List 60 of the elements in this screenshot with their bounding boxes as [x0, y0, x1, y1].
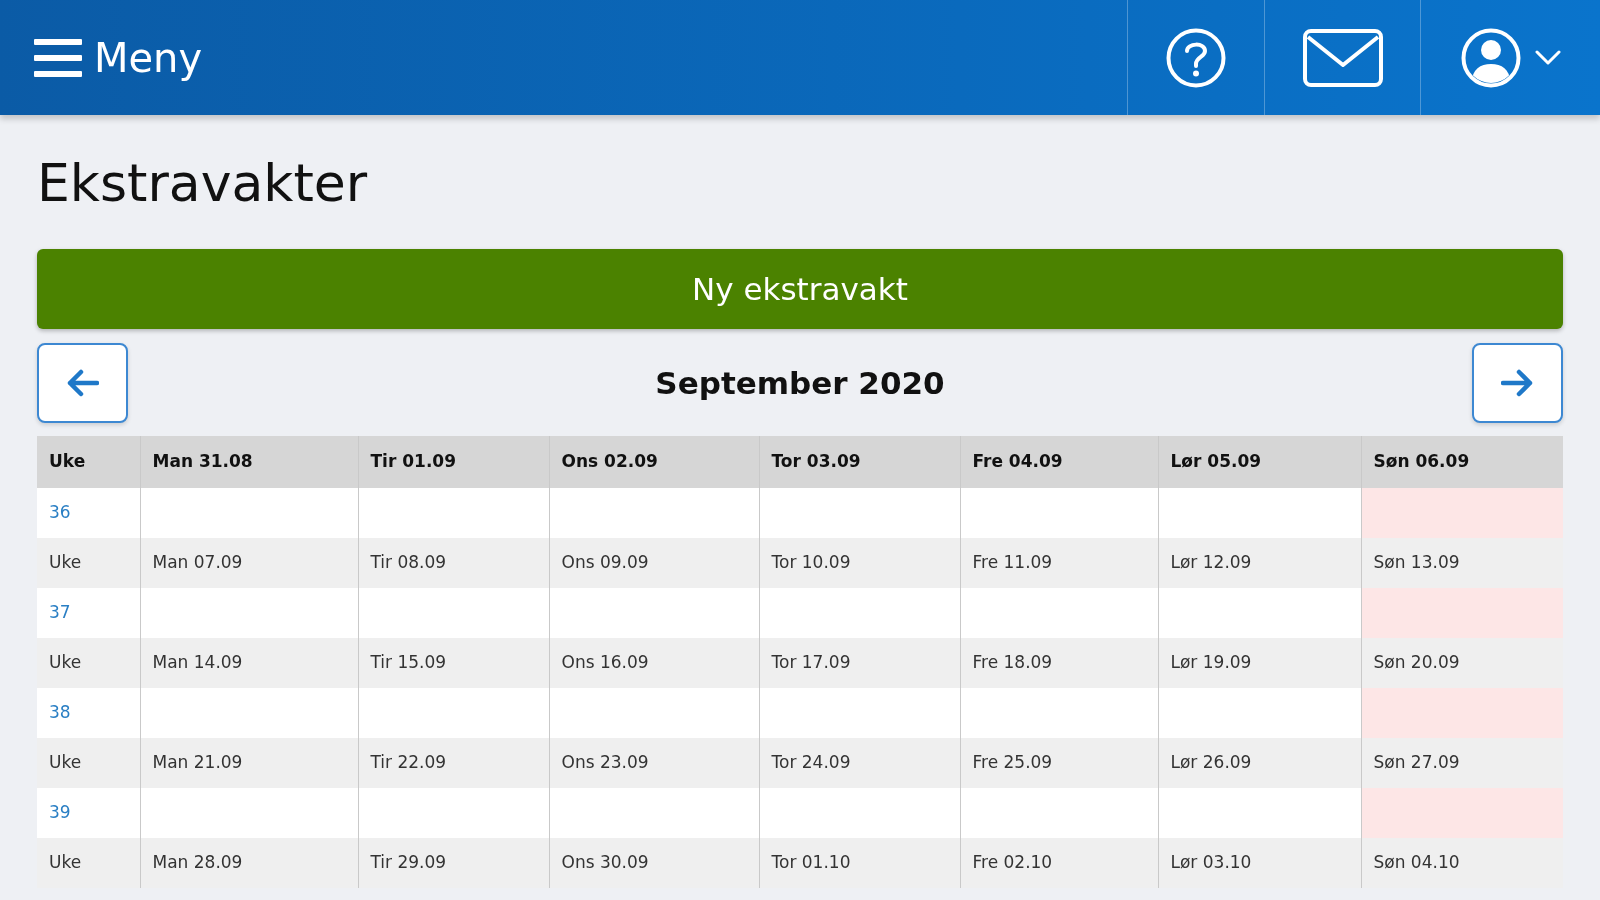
arrow-left-icon [66, 369, 99, 397]
week-number-link[interactable]: 36 [49, 502, 71, 523]
day-label-cell: Tor 17.09 [759, 638, 960, 688]
chevron-down-icon [1534, 49, 1561, 66]
day-label-cell: Ons 23.09 [549, 738, 759, 788]
menu-button[interactable]: Meny [0, 0, 203, 115]
column-header: Lør 05.09 [1158, 436, 1361, 488]
arrow-right-icon [1501, 369, 1534, 397]
day-label-cell: Lør 03.10 [1158, 838, 1361, 888]
day-label-cell: Uke [37, 538, 140, 588]
previous-month-button[interactable] [37, 343, 128, 423]
day-label-cell: Lør 12.09 [1158, 538, 1361, 588]
day-label-cell: Man 28.09 [140, 838, 358, 888]
day-label-cell: Tir 29.09 [358, 838, 549, 888]
column-header: Tir 01.09 [358, 436, 549, 488]
day-label-cell: Lør 19.09 [1158, 638, 1361, 688]
user-menu-button[interactable] [1460, 27, 1561, 88]
month-title: September 2020 [655, 363, 945, 403]
day-label-cell: Lør 26.09 [1158, 738, 1361, 788]
day-label-cell: Søn 13.09 [1361, 538, 1563, 588]
user-avatar-icon [1460, 27, 1521, 88]
column-header: Uke [37, 436, 140, 488]
day-label-cell: Man 21.09 [140, 738, 358, 788]
day-label-cell: Tir 08.09 [358, 538, 549, 588]
next-month-button[interactable] [1472, 343, 1563, 423]
day-label-cell: Tor 24.09 [759, 738, 960, 788]
new-shift-button[interactable]: Ny ekstravakt [37, 249, 1563, 329]
day-label-cell: Tir 15.09 [358, 638, 549, 688]
day-label-cell: Fre 11.09 [960, 538, 1158, 588]
day-label-cell: Tor 10.09 [759, 538, 960, 588]
help-button[interactable] [1166, 27, 1226, 88]
envelope-icon [1302, 28, 1383, 87]
column-header: Søn 06.09 [1361, 436, 1563, 488]
column-header: Fre 04.09 [960, 436, 1158, 488]
week-number-link[interactable]: 38 [49, 702, 71, 723]
day-label-cell: Søn 20.09 [1361, 638, 1563, 688]
page-title: Ekstravakter [37, 153, 369, 213]
day-label-cell: Tir 22.09 [358, 738, 549, 788]
day-label-cell: Ons 30.09 [549, 838, 759, 888]
column-header: Man 31.08 [140, 436, 358, 488]
day-label-cell: Søn 27.09 [1361, 738, 1563, 788]
day-label-cell: Ons 16.09 [549, 638, 759, 688]
week-number-link[interactable]: 39 [49, 802, 71, 823]
menu-icon [34, 37, 82, 78]
day-label-cell: Fre 25.09 [960, 738, 1158, 788]
help-icon [1166, 27, 1226, 88]
week-number-link[interactable]: 37 [49, 602, 71, 623]
day-label-cell: Ons 09.09 [549, 538, 759, 588]
day-label-cell: Uke [37, 838, 140, 888]
day-label-cell: Tor 01.10 [759, 838, 960, 888]
day-label-cell: Man 07.09 [140, 538, 358, 588]
mail-button[interactable] [1302, 28, 1383, 87]
day-label-cell: Søn 04.10 [1361, 838, 1563, 888]
column-header: Tor 03.09 [759, 436, 960, 488]
day-label-cell: Fre 18.09 [960, 638, 1158, 688]
day-label-cell: Uke [37, 638, 140, 688]
day-label-cell: Fre 02.10 [960, 838, 1158, 888]
column-header: Ons 02.09 [549, 436, 759, 488]
day-label-cell: Uke [37, 738, 140, 788]
day-label-cell: Man 14.09 [140, 638, 358, 688]
